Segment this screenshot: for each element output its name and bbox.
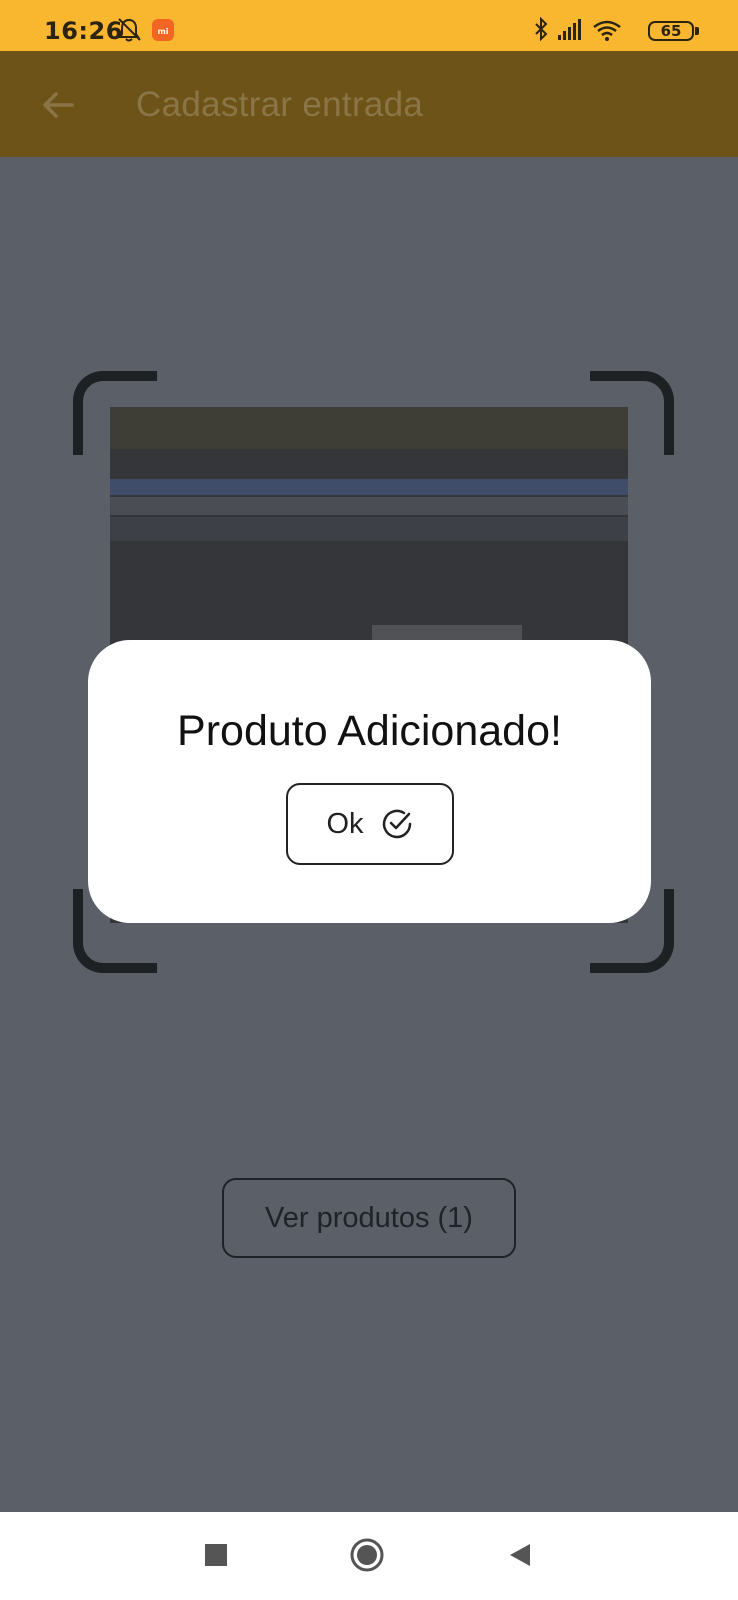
battery-icon: 65 — [648, 21, 694, 41]
status-bar: 16:26 mi 65 — [0, 0, 738, 51]
dialog-title: Produto Adicionado! — [177, 707, 562, 755]
scanner-corner-top-left — [73, 371, 157, 455]
dnd-off-icon — [118, 18, 141, 42]
scanner-corner-top-right — [590, 371, 674, 455]
home-icon[interactable] — [350, 1538, 384, 1572]
app-bar: Cadastrar entrada — [0, 51, 738, 157]
success-dialog: Produto Adicionado! Ok — [88, 640, 651, 923]
signal-icon — [558, 19, 581, 40]
recent-apps-icon[interactable] — [205, 1544, 227, 1566]
view-products-button[interactable]: Ver produtos (1) — [222, 1178, 516, 1258]
preview-strip — [110, 517, 628, 541]
bluetooth-icon — [535, 17, 548, 42]
page-title: Cadastrar entrada — [136, 85, 424, 124]
view-products-label: Ver produtos (1) — [265, 1201, 473, 1234]
preview-strip — [110, 479, 628, 495]
system-nav-bar — [0, 1512, 738, 1600]
status-time: 16:26 — [44, 17, 123, 45]
svg-text:mi: mi — [157, 27, 168, 36]
check-circle-icon — [382, 809, 411, 839]
status-left-icons: mi — [118, 18, 174, 42]
preview-band — [110, 407, 628, 449]
preview-strip — [110, 497, 628, 515]
arrow-left-icon[interactable] — [38, 85, 78, 125]
back-icon[interactable] — [508, 1542, 532, 1568]
wifi-icon — [593, 20, 621, 41]
battery-cap — [695, 27, 699, 35]
ok-button[interactable]: Ok — [286, 783, 454, 865]
mi-app-icon: mi — [152, 19, 174, 41]
ok-label: Ok — [326, 807, 364, 840]
